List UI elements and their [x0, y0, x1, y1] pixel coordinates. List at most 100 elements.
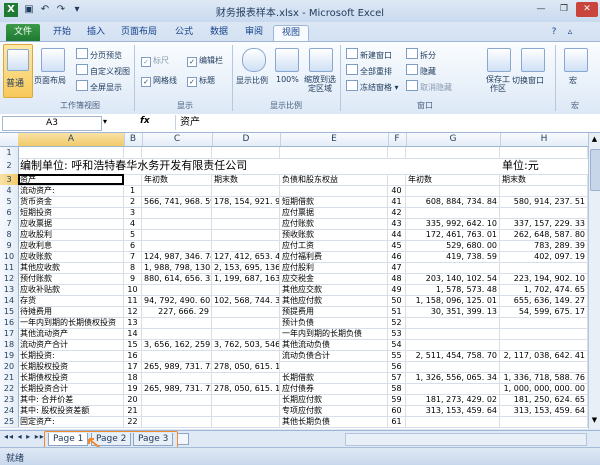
cell[interactable]: 1, 326, 556, 065. 34 [406, 372, 500, 383]
cell[interactable]: 1, 578, 573. 48 [406, 284, 500, 295]
cell[interactable] [142, 147, 212, 158]
cell[interactable]: 278, 050, 615. 14 [212, 361, 280, 372]
cell[interactable] [500, 185, 588, 196]
cell[interactable] [142, 405, 212, 416]
cell[interactable]: 应付工资 [280, 240, 388, 251]
tab-formulas[interactable]: 公式 [168, 25, 200, 41]
arrange-all-button[interactable]: 全部重排 [346, 64, 392, 77]
cell[interactable]: 419, 738. 59 [406, 251, 500, 262]
cell[interactable]: 应收票据 [18, 218, 124, 229]
cell[interactable] [212, 218, 280, 229]
cell[interactable] [142, 328, 212, 339]
cell[interactable]: 1, 199, 687, 163. 94 [212, 273, 280, 284]
cell[interactable]: 43 [388, 218, 406, 229]
cell[interactable] [406, 317, 500, 328]
cell[interactable] [406, 158, 500, 174]
row-header[interactable]: 2 [0, 158, 19, 175]
cell[interactable]: 13 [124, 317, 142, 328]
cell[interactable] [500, 317, 588, 328]
cell[interactable] [500, 416, 588, 427]
cell[interactable]: 47 [388, 262, 406, 273]
cell[interactable]: 12 [124, 306, 142, 317]
gridlines-checkbox[interactable]: ✓ 网格线 [141, 75, 177, 87]
cell[interactable]: 其他应付款 [280, 295, 388, 306]
cell[interactable]: 127, 412, 653. 42 [212, 251, 280, 262]
cell[interactable]: 长期借款 [280, 372, 388, 383]
cell[interactable]: 长期应付款 [280, 394, 388, 405]
page-break-preview-button[interactable]: 分页预览 [76, 48, 122, 61]
cell[interactable]: 长期股权投资 [18, 361, 124, 372]
cell[interactable]: 流动资产合计 [18, 339, 124, 350]
column-header-e[interactable]: E [280, 133, 389, 146]
cell[interactable]: 655, 636, 149. 27 [500, 295, 588, 306]
cell[interactable]: 566, 741, 968. 59 [142, 196, 212, 207]
cell[interactable] [142, 229, 212, 240]
cell[interactable] [212, 147, 280, 158]
column-header-d[interactable]: D [212, 133, 281, 146]
cell[interactable]: 3 [124, 207, 142, 218]
cell[interactable]: 335, 992, 642. 10 [406, 218, 500, 229]
cell[interactable] [142, 158, 212, 174]
hide-button[interactable]: 隐藏 [406, 64, 436, 77]
cell[interactable] [212, 350, 280, 361]
cell[interactable]: 262, 648, 587. 80 [500, 229, 588, 240]
worksheet-grid[interactable]: ABCDEFGH 1 2 编制单位: 呼和浩特春华水务开发有限责任公司 单位:元 3 资产… [0, 133, 588, 429]
cell[interactable]: 529, 680. 00 [406, 240, 500, 251]
cell[interactable]: 流动资产: [18, 185, 124, 196]
cell[interactable]: 265, 989, 731. 72 [142, 361, 212, 372]
cell[interactable]: 应付债券 [280, 383, 388, 394]
cell[interactable] [406, 339, 500, 350]
cell[interactable]: 223, 194, 902. 10 [500, 273, 588, 284]
cell[interactable] [142, 207, 212, 218]
row-header[interactable]: 25 [0, 416, 19, 428]
cell[interactable] [124, 147, 142, 158]
cell[interactable]: 1, 158, 096, 125. 01 [406, 295, 500, 306]
cell[interactable] [212, 416, 280, 427]
cell[interactable] [142, 240, 212, 251]
custom-views-button[interactable]: 自定义视图 [76, 64, 130, 77]
cell[interactable] [124, 158, 142, 174]
cell[interactable] [142, 317, 212, 328]
cell[interactable]: 一年内到期的长期负债 [280, 328, 388, 339]
cell[interactable] [406, 207, 500, 218]
cell[interactable] [406, 262, 500, 273]
cell[interactable]: 14 [124, 328, 142, 339]
cell[interactable]: 278, 050, 615. 14 [212, 383, 280, 394]
cell[interactable]: 应交税金 [280, 273, 388, 284]
cell[interactable]: 313, 153, 459. 64 [500, 405, 588, 416]
cell[interactable]: 长期投资: [18, 350, 124, 361]
cell[interactable] [142, 372, 212, 383]
cell[interactable]: 短期借款 [280, 196, 388, 207]
column-header-c[interactable]: C [142, 133, 213, 146]
select-all-corner[interactable] [0, 133, 19, 146]
cell[interactable] [500, 262, 588, 273]
cell[interactable]: 货币资金 [18, 196, 124, 207]
cell[interactable]: 其中: 合并价差 [18, 394, 124, 405]
cell[interactable]: 负债和股东权益 [280, 174, 388, 185]
cell[interactable]: 50 [388, 295, 406, 306]
cell[interactable] [142, 218, 212, 229]
cell[interactable]: 期末数 [212, 174, 280, 185]
help-icon[interactable]: ? [548, 25, 560, 41]
cell[interactable]: 3, 656, 162, 259. 26 [142, 339, 212, 350]
new-window-button[interactable]: 新建窗口 [346, 48, 392, 61]
close-button[interactable]: ✕ [576, 2, 598, 17]
tab-home[interactable]: 开始 [46, 25, 78, 41]
cell[interactable]: 313, 153, 459. 64 [406, 405, 500, 416]
minimize-ribbon-icon[interactable]: ▵ [564, 25, 576, 41]
column-header-f[interactable]: F [388, 133, 407, 146]
cell[interactable] [212, 317, 280, 328]
cell[interactable] [212, 158, 280, 174]
cell[interactable]: 预计负债 [280, 317, 388, 328]
cell[interactable]: 单位:元 [500, 158, 588, 174]
tab-insert[interactable]: 插入 [80, 25, 112, 41]
cell[interactable] [212, 372, 280, 383]
name-box[interactable]: A3 [2, 116, 102, 131]
tab-page-layout[interactable]: 页面布局 [114, 25, 164, 41]
scroll-thumb[interactable] [590, 149, 600, 191]
cell[interactable]: 58 [388, 383, 406, 394]
insert-function-icon[interactable]: fx [140, 116, 150, 126]
cell[interactable]: 30, 351, 399. 13 [406, 306, 500, 317]
cell[interactable]: 94, 792, 490. 60 [142, 295, 212, 306]
cell[interactable] [500, 328, 588, 339]
